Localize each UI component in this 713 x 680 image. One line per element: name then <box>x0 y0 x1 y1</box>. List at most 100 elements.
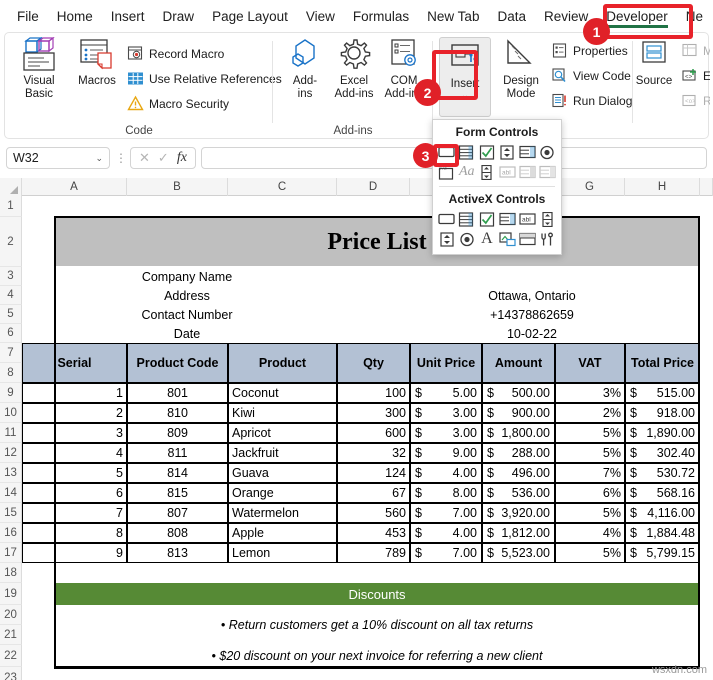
table-row[interactable]: $8.00 <box>410 483 482 503</box>
table-row[interactable]: $1,812.00 <box>482 523 555 543</box>
add-ins-button[interactable]: Add- ins <box>279 37 331 101</box>
column-header-d[interactable]: D <box>337 178 410 196</box>
table-row[interactable]: Guava <box>228 463 337 483</box>
row-header-11[interactable]: 11 <box>0 423 22 443</box>
table-row[interactable]: 67 <box>337 483 410 503</box>
combo-box-icon[interactable] <box>458 210 475 228</box>
row-header-9[interactable]: 9 <box>0 383 22 403</box>
tab-view[interactable]: View <box>297 4 344 29</box>
column-header-i[interactable] <box>700 178 713 196</box>
table-row[interactable]: $515.00 <box>625 383 700 403</box>
table-row[interactable]: Apple <box>228 523 337 543</box>
tab-new-tab[interactable]: New Tab <box>418 4 488 29</box>
column-header-b[interactable]: B <box>127 178 228 196</box>
table-row[interactable]: 5 <box>22 463 127 483</box>
table-row[interactable]: Coconut <box>228 383 337 403</box>
column-header-c[interactable]: C <box>228 178 337 196</box>
macros-button[interactable]: Macros <box>71 37 123 88</box>
table-row[interactable]: $3.00 <box>410 403 482 423</box>
discount-note-1[interactable]: • Return customers get a 10% discount on… <box>54 605 700 645</box>
row-header-14[interactable]: 14 <box>0 483 22 503</box>
option-button-icon[interactable] <box>539 143 556 161</box>
select-all-corner[interactable] <box>0 178 22 196</box>
table-row[interactable]: $1,884.48 <box>625 523 700 543</box>
table-row[interactable]: $1,800.00 <box>482 423 555 443</box>
visual-basic-button[interactable]: Visual Basic <box>13 36 65 101</box>
run-dialog-button[interactable]: Run Dialog <box>551 92 632 109</box>
combo-list-edit-icon[interactable] <box>519 163 536 181</box>
row-header-17[interactable]: 17 <box>0 543 22 563</box>
table-row[interactable]: 100 <box>337 383 410 403</box>
label-icon[interactable]: A <box>478 230 495 248</box>
refresh-data-button[interactable]: <o> Ref <box>681 92 710 109</box>
table-row[interactable]: 815 <box>127 483 228 503</box>
discounts-header[interactable]: Discounts <box>54 583 700 605</box>
table-row[interactable]: $900.00 <box>482 403 555 423</box>
table-row[interactable]: $4.00 <box>410 523 482 543</box>
confirm-formula-icon[interactable]: ✓ <box>158 150 169 166</box>
table-row[interactable]: $4.00 <box>410 463 482 483</box>
info-value-address[interactable]: Ottawa, Ontario <box>402 286 662 305</box>
row-header-18[interactable]: 18 <box>0 563 22 583</box>
formula-bar-drag-handle[interactable]: ⋮ <box>115 152 127 164</box>
table-header-unit-price[interactable]: Unit Price <box>410 343 482 383</box>
table-row[interactable]: 5% <box>555 443 625 463</box>
table-row[interactable]: 801 <box>127 383 228 403</box>
table-row[interactable]: Watermelon <box>228 503 337 523</box>
row-header-16[interactable]: 16 <box>0 523 22 543</box>
check-box-icon[interactable] <box>478 143 495 161</box>
table-row[interactable]: 5% <box>555 423 625 443</box>
table-row[interactable]: $7.00 <box>410 503 482 523</box>
table-row[interactable]: $5,523.00 <box>482 543 555 563</box>
table-row[interactable]: 807 <box>127 503 228 523</box>
table-row[interactable]: $568.16 <box>625 483 700 503</box>
name-box[interactable]: W32 ⌄ <box>6 147 110 169</box>
row-header-23[interactable]: 23 <box>0 667 22 680</box>
properties-button[interactable]: Properties <box>551 42 628 59</box>
table-row[interactable]: 811 <box>127 443 228 463</box>
row-header-4[interactable]: 4 <box>0 286 22 305</box>
row-header-1[interactable]: 1 <box>0 196 22 217</box>
group-box-icon[interactable]: XYZ <box>438 163 455 181</box>
row-header-3[interactable]: 3 <box>0 267 22 286</box>
excel-add-ins-button[interactable]: Excel Add-ins <box>328 37 380 101</box>
tab-formulas[interactable]: Formulas <box>344 4 418 29</box>
table-row[interactable]: Lemon <box>228 543 337 563</box>
table-row[interactable]: 124 <box>337 463 410 483</box>
row-header-15[interactable]: 15 <box>0 503 22 523</box>
toggle-button-icon[interactable] <box>519 230 536 248</box>
table-row[interactable]: 5% <box>555 503 625 523</box>
table-header-serial[interactable]: Serial <box>22 343 127 383</box>
column-header-a[interactable]: A <box>22 178 127 196</box>
map-properties-button[interactable]: Ma <box>681 42 710 59</box>
table-row[interactable]: 789 <box>337 543 410 563</box>
row-header-8[interactable]: 8 <box>0 363 22 383</box>
discount-note-2[interactable]: • $20 discount on your next invoice for … <box>54 645 700 667</box>
table-row[interactable]: 814 <box>127 463 228 483</box>
table-header-total-price[interactable]: Total Price <box>625 343 700 383</box>
scroll-bar-icon[interactable] <box>539 210 556 228</box>
table-row[interactable]: $918.00 <box>625 403 700 423</box>
combo-drop-down-edit-icon[interactable] <box>539 163 556 181</box>
row-header-21[interactable]: 21 <box>0 625 22 645</box>
image-icon[interactable] <box>498 230 516 248</box>
table-row[interactable]: 1 <box>22 383 127 403</box>
table-row[interactable]: 808 <box>127 523 228 543</box>
table-row[interactable]: $530.72 <box>625 463 700 483</box>
more-controls-icon[interactable] <box>539 230 556 248</box>
table-row[interactable]: $4,116.00 <box>625 503 700 523</box>
table-row[interactable]: 8 <box>22 523 127 543</box>
table-row[interactable]: Kiwi <box>228 403 337 423</box>
table-row[interactable]: 2% <box>555 403 625 423</box>
name-box-chevron-down-icon[interactable]: ⌄ <box>95 153 103 164</box>
tab-page-layout[interactable]: Page Layout <box>203 4 297 29</box>
info-label-contact-number[interactable]: Contact Number <box>84 305 290 324</box>
table-row[interactable]: $536.00 <box>482 483 555 503</box>
table-header-qty[interactable]: Qty <box>337 343 410 383</box>
table-row[interactable]: $5,799.15 <box>625 543 700 563</box>
table-row[interactable]: 5% <box>555 543 625 563</box>
combo-box-icon[interactable] <box>458 143 475 161</box>
table-row[interactable]: $3.00 <box>410 423 482 443</box>
info-label-date[interactable]: Date <box>84 324 290 343</box>
row-header-12[interactable]: 12 <box>0 443 22 463</box>
